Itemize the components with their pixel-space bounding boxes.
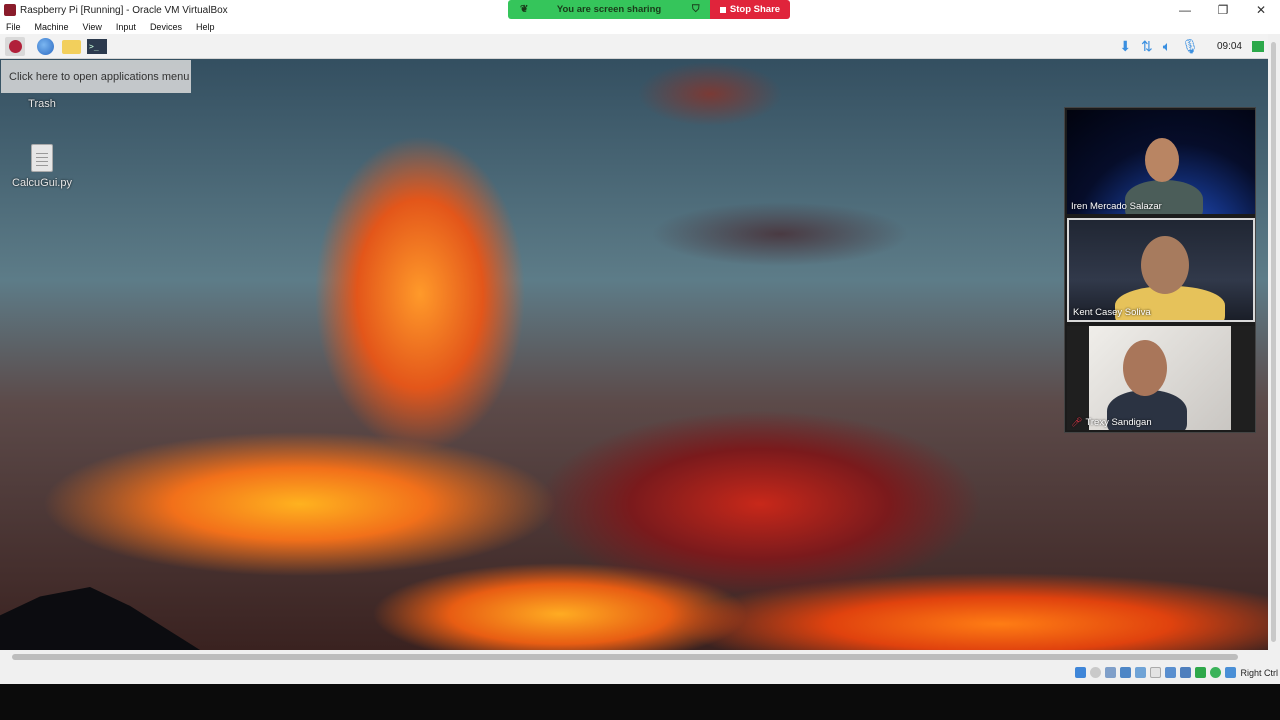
download-icon[interactable]: ⬇ xyxy=(1119,38,1131,55)
web-browser-icon[interactable] xyxy=(35,37,55,56)
horizontal-scrollbar[interactable] xyxy=(12,654,1238,660)
menubar: File Machine View Input Devices Help xyxy=(0,20,1280,34)
shared-folders-icon[interactable] xyxy=(1150,667,1162,678)
menu-input[interactable]: Input xyxy=(116,22,136,32)
mouse-integration-icon[interactable] xyxy=(1210,667,1222,678)
letterbox-bar xyxy=(0,684,1280,720)
share-leaf-icon: ❦ xyxy=(520,4,529,15)
stop-share-button[interactable]: Stop Share xyxy=(710,0,790,19)
network-indicator-icon[interactable] xyxy=(1252,41,1264,52)
vertical-scrollbar[interactable] xyxy=(1268,34,1280,650)
virtualbox-statusbar: Right Ctrl xyxy=(0,650,1280,684)
window-title: Raspberry Pi [Running] - Oracle VM Virtu… xyxy=(20,4,228,16)
clock[interactable]: 09:04 xyxy=(1217,41,1242,52)
screen: Raspberry Pi [Running] - Oracle VM Virtu… xyxy=(0,0,1280,720)
participant-name: Trexy Sandigan xyxy=(1085,417,1152,428)
microphone-icon[interactable]: 🎙︎ xyxy=(1181,38,1199,55)
stop-icon xyxy=(719,6,726,13)
host-key-label: Right Ctrl xyxy=(1240,667,1278,678)
participant-name: Iren Mercado Salazar xyxy=(1071,201,1162,212)
network-icon[interactable] xyxy=(1120,667,1132,678)
participant-avatar xyxy=(1145,138,1179,182)
menu-devices[interactable]: Devices xyxy=(150,22,182,32)
terminal-icon[interactable]: >_ xyxy=(87,37,107,56)
screen-sharing-banner: ❦ You are screen sharing ⛉ xyxy=(508,0,710,19)
meeting-participants-panel: Iren Mercado Salazar Kent Casey Soliva 🎤… xyxy=(1064,107,1256,433)
display-icon[interactable] xyxy=(1165,667,1177,678)
shield-icon: ⛉ xyxy=(692,4,700,15)
menu-help[interactable]: Help xyxy=(196,22,215,32)
participant-name: Kent Casey Soliva xyxy=(1073,307,1151,318)
volume-icon[interactable]: 🔈︎ xyxy=(1163,38,1171,55)
virtualbox-icon xyxy=(4,4,16,16)
menu-file[interactable]: File xyxy=(6,22,21,32)
screen-sharing-status: You are screen sharing xyxy=(556,4,662,15)
mic-muted-icon: 🎤︎ xyxy=(1071,417,1083,427)
video-capture-icon[interactable] xyxy=(1180,667,1192,678)
minimize-button[interactable]: — xyxy=(1166,0,1204,20)
desktop-icon-label: Trash xyxy=(28,98,56,110)
menu-view[interactable]: View xyxy=(83,22,102,32)
status-indicators: Right Ctrl xyxy=(1075,665,1280,680)
close-button[interactable]: ✕ xyxy=(1242,0,1280,20)
guest-taskbar: >_ ⬇ ⇅ 🔈︎ 🎙︎ 09:04 xyxy=(0,34,1268,59)
desktop-icon-calcugui[interactable]: CalcuGui.py xyxy=(6,144,78,189)
usb-icon[interactable] xyxy=(1135,667,1147,678)
participant-avatar xyxy=(1123,340,1167,396)
participant-name-row: 🎤︎ Trexy Sandigan xyxy=(1071,417,1152,428)
desktop-icon-label: CalcuGui.py xyxy=(12,177,72,189)
participant-tile[interactable]: Iren Mercado Salazar xyxy=(1067,110,1255,214)
menu-machine[interactable]: Machine xyxy=(35,22,69,32)
hard-disk-icon[interactable] xyxy=(1075,667,1087,678)
python-file-icon xyxy=(31,144,53,172)
stop-share-label: Stop Share xyxy=(729,4,781,15)
audio-icon[interactable] xyxy=(1105,667,1117,678)
participant-tile-active[interactable]: Kent Casey Soliva xyxy=(1067,218,1255,322)
window-controls: — ❐ ✕ xyxy=(1166,0,1280,20)
system-tray: ⬇ ⇅ 🔈︎ 🎙︎ 09:04 xyxy=(1109,37,1268,56)
keyboard-icon[interactable] xyxy=(1225,667,1237,678)
maximize-button[interactable]: ❐ xyxy=(1204,0,1242,20)
applications-menu-tooltip: Click here to open applications menu xyxy=(1,60,191,93)
participant-tile[interactable]: 🎤︎ Trexy Sandigan xyxy=(1067,326,1255,430)
optical-drive-icon[interactable] xyxy=(1090,667,1102,678)
raspberry-menu-icon[interactable] xyxy=(5,37,25,56)
virtualization-icon[interactable] xyxy=(1195,667,1207,678)
desktop-icon-trash[interactable]: Trash xyxy=(6,98,78,110)
network-transfer-icon[interactable]: ⇅ xyxy=(1141,38,1153,55)
participant-avatar xyxy=(1141,236,1189,294)
file-manager-icon[interactable] xyxy=(61,37,81,56)
